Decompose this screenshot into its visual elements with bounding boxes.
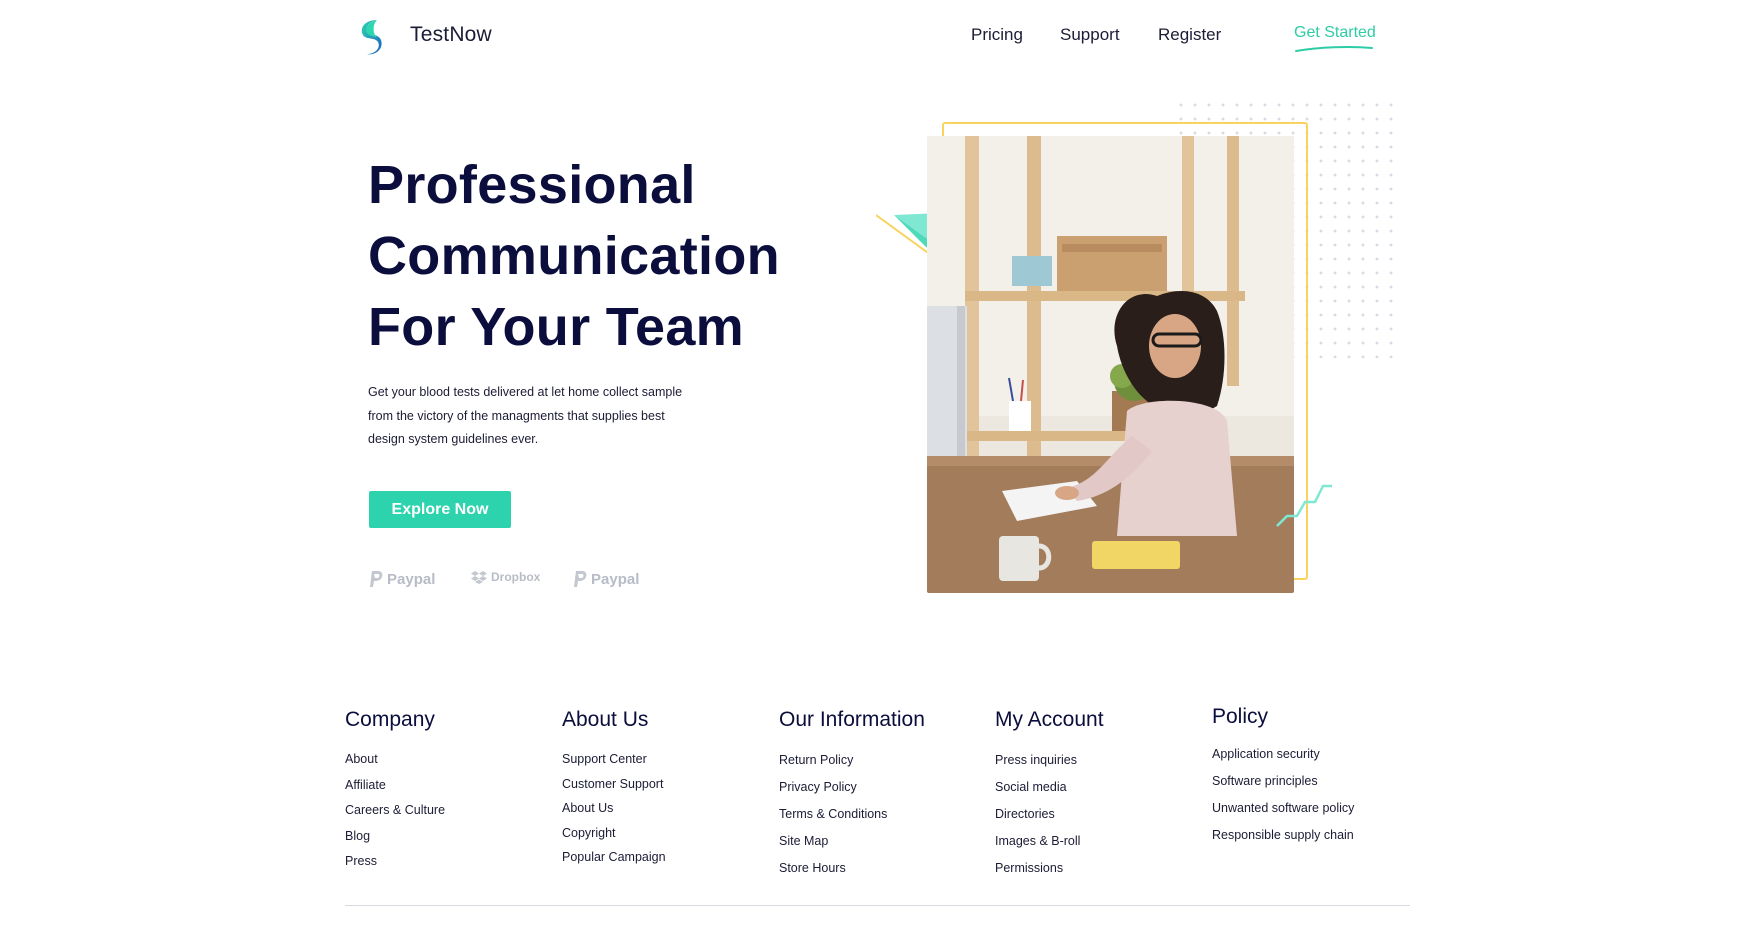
hero-description: Get your blood tests delivered at let ho… xyxy=(368,381,728,452)
headline-line-1: Professional xyxy=(368,155,696,215)
footer-link-directories[interactable]: Directories xyxy=(995,801,1104,828)
footer-column-policy: Policy Application security Software pri… xyxy=(1212,705,1354,849)
dropbox-icon xyxy=(471,571,487,584)
footer-heading-my-account: My Account xyxy=(995,708,1104,731)
description-line-2: from the victory of the managments that … xyxy=(368,408,665,423)
footer-column-about-us: About Us Support Center Customer Support… xyxy=(562,708,666,870)
footer-link-customer-support[interactable]: Customer Support xyxy=(562,772,666,797)
footer-link-blog[interactable]: Blog xyxy=(345,824,445,850)
explore-now-button[interactable]: Explore Now xyxy=(369,491,511,528)
footer-link-copyright[interactable]: Copyright xyxy=(562,821,666,846)
footer-link-privacy-policy[interactable]: Privacy Policy xyxy=(779,774,925,801)
footer-link-careers-culture[interactable]: Careers & Culture xyxy=(345,798,445,824)
partner-paypal-label: Paypal xyxy=(387,570,436,588)
get-started-link[interactable]: Get Started xyxy=(1294,24,1376,42)
description-line-3: design system guidelines ever. xyxy=(368,432,539,446)
footer-link-support-center[interactable]: Support Center xyxy=(562,747,666,772)
footer-link-about[interactable]: About xyxy=(345,747,445,773)
footer-link-popular-campaign[interactable]: Popular Campaign xyxy=(562,845,666,870)
headline-line-3: For Your Team xyxy=(368,297,744,357)
footer-link-about-us[interactable]: About Us xyxy=(562,796,666,821)
footer-link-terms-conditions[interactable]: Terms & Conditions xyxy=(779,801,925,828)
footer-column-company: Company About Affiliate Careers & Cultur… xyxy=(345,708,445,875)
partner-dropbox-label: Dropbox xyxy=(491,570,541,584)
footer-link-store-hours[interactable]: Store Hours xyxy=(779,855,925,882)
partner-paypal-1: Paypal xyxy=(369,570,435,588)
nav-support[interactable]: Support xyxy=(1060,25,1120,45)
footer-link-application-security[interactable]: Application security xyxy=(1212,741,1354,768)
description-line-1: Get your blood tests delivered at let ho… xyxy=(368,385,683,399)
footer-link-return-policy[interactable]: Return Policy xyxy=(779,747,925,774)
nav-pricing[interactable]: Pricing xyxy=(971,25,1023,45)
brand-name[interactable]: TestNow xyxy=(410,23,492,47)
footer-link-images-broll[interactable]: Images & B-roll xyxy=(995,828,1104,855)
footer-link-software-principles[interactable]: Software principles xyxy=(1212,768,1354,795)
footer-link-responsible-supply-chain[interactable]: Responsible supply chain xyxy=(1212,822,1354,849)
footer-column-our-information: Our Information Return Policy Privacy Po… xyxy=(779,708,925,882)
footer-link-press-inquiries[interactable]: Press inquiries xyxy=(995,747,1104,774)
footer-divider xyxy=(345,905,1410,906)
partner-paypal-label: Paypal xyxy=(591,570,640,588)
headline-line-2: Communication xyxy=(368,226,780,286)
partner-paypal-2: Paypal xyxy=(573,570,639,588)
footer-link-press[interactable]: Press xyxy=(345,849,445,875)
footer-heading-policy: Policy xyxy=(1212,705,1269,728)
partner-dropbox: Dropbox xyxy=(471,570,540,584)
footer-heading-about-us: About Us xyxy=(562,708,649,731)
footer-heading-our-information: Our Information xyxy=(779,708,925,731)
nav-register[interactable]: Register xyxy=(1158,25,1221,45)
zigzag-line-decoration-icon xyxy=(1276,484,1332,527)
paypal-icon xyxy=(370,571,383,587)
footer-link-social-media[interactable]: Social media xyxy=(995,774,1104,801)
woman-at-desk-illustration xyxy=(927,136,1294,593)
footer-link-site-map[interactable]: Site Map xyxy=(779,828,925,855)
footer-link-permissions[interactable]: Permissions xyxy=(995,855,1104,882)
hero-photo xyxy=(927,136,1294,593)
footer-link-unwanted-software-policy[interactable]: Unwanted software policy xyxy=(1212,795,1354,822)
footer-column-my-account: My Account Press inquiries Social media … xyxy=(995,708,1104,882)
cta-underline xyxy=(1295,46,1373,52)
footer-heading-company: Company xyxy=(345,708,435,731)
paypal-icon xyxy=(574,571,587,587)
footer-link-affiliate[interactable]: Affiliate xyxy=(345,773,445,799)
hero-headline: Professional Communication For Your Team xyxy=(368,150,780,363)
testnow-logo-icon[interactable] xyxy=(357,18,385,56)
